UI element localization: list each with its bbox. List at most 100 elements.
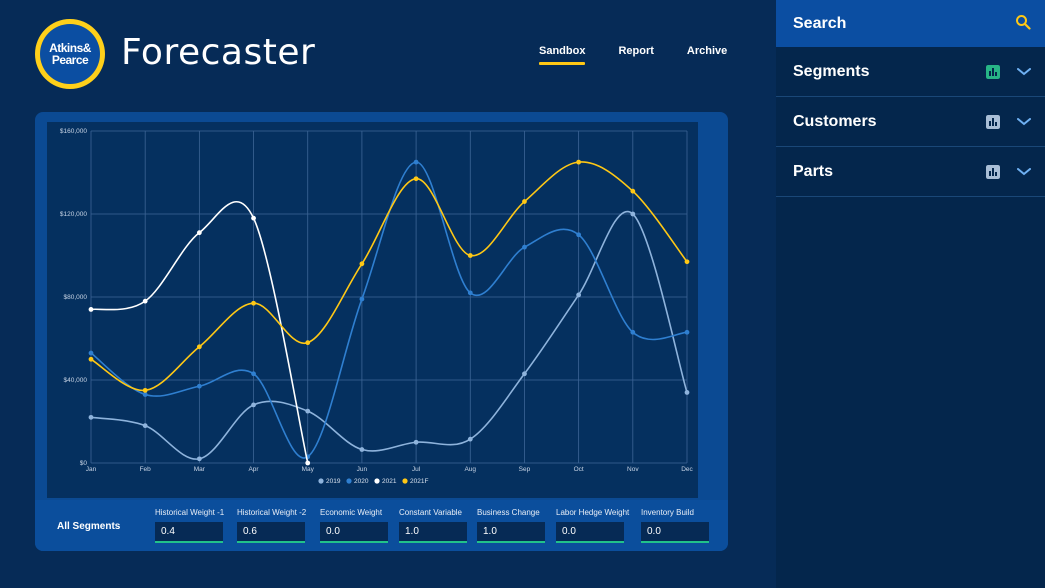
data-point-2021 <box>142 298 148 304</box>
x-tick-label: Sep <box>519 466 531 473</box>
constant-variable-input[interactable]: 1.0 <box>399 522 467 543</box>
data-point-2020 <box>142 392 148 397</box>
x-tick-label: Dec <box>681 466 693 473</box>
app-title: Forecaster <box>121 32 316 73</box>
control-label: Constant Variable <box>399 508 462 517</box>
legend-marker-2019 <box>318 478 324 484</box>
data-point-2021F <box>142 387 148 393</box>
data-point-2021F <box>684 259 690 265</box>
labor-hedge-weight-input[interactable]: 0.0 <box>556 522 624 543</box>
data-point-2020 <box>88 350 94 356</box>
historical-weight-1-input[interactable]: 0.4 <box>155 522 223 543</box>
sidebar-item-parts[interactable]: Parts <box>776 147 1045 197</box>
x-tick-label: Jul <box>412 466 421 473</box>
x-tick-label: Mar <box>194 466 206 473</box>
inventory-build-input[interactable]: 0.0 <box>641 522 709 543</box>
historical-weight-2-input[interactable]: 0.6 <box>237 522 305 543</box>
segment-label: All Segments <box>57 521 121 532</box>
control-label: Labor Hedge Weight <box>556 508 630 517</box>
data-point-2021F <box>576 159 582 165</box>
y-tick-label: $160,000 <box>60 128 87 135</box>
sidebar-search[interactable]: Search <box>776 0 1045 47</box>
control-label: Inventory Build <box>641 508 694 517</box>
bar-chart-icon[interactable] <box>986 114 1000 129</box>
data-point-2020 <box>196 383 202 389</box>
brand-logo: Atkins& Pearce <box>35 19 105 89</box>
control-economic-weight: Economic Weight 0.0 <box>320 508 388 543</box>
logo-line-2: Pearce <box>51 53 89 67</box>
data-point-2019 <box>467 436 473 442</box>
control-label: Economic Weight <box>320 508 383 517</box>
economic-weight-input[interactable]: 0.0 <box>320 522 388 543</box>
control-inventory-build: Inventory Build 0.0 <box>641 508 709 543</box>
data-point-2021F <box>251 300 256 306</box>
data-point-2021F <box>522 199 527 204</box>
x-tick-label: Oct <box>574 466 584 473</box>
data-point-2020 <box>630 329 636 335</box>
data-point-2021F <box>196 344 202 350</box>
control-label: Business Change <box>477 508 540 517</box>
legend-marker-2021 <box>374 478 380 484</box>
control-label: Historical Weight -2 <box>237 508 307 517</box>
data-point-2021F <box>305 340 311 346</box>
chart-area: $0 $40,000 $80,000 $120,000 $160,000 Jan Feb Ma… <box>47 122 698 498</box>
control-historical-weight-1: Historical Weight -1 0.4 <box>155 508 224 543</box>
data-point-2019 <box>251 402 256 408</box>
legend-label: 2021 <box>382 478 397 485</box>
x-tick-label: Nov <box>627 466 639 473</box>
business-change-input[interactable]: 1.0 <box>477 522 545 543</box>
sidebar-item-customers[interactable]: Customers <box>776 97 1045 147</box>
bar-chart-icon[interactable] <box>986 164 1000 179</box>
data-point-2021 <box>88 307 94 312</box>
x-tick-label: Feb <box>140 466 152 473</box>
data-point-2019 <box>684 390 690 395</box>
y-tick-label: $120,000 <box>60 211 87 218</box>
legend-marker-2020 <box>346 478 352 484</box>
x-tick-label: Aug <box>464 466 476 473</box>
data-point-2021 <box>196 230 202 236</box>
control-business-change: Business Change 1.0 <box>477 508 545 543</box>
x-tick-label: May <box>302 466 315 473</box>
sidebar-item-label: Parts <box>793 162 834 180</box>
sidebar-item-label: Segments <box>793 62 870 80</box>
data-point-2021F <box>467 253 473 258</box>
data-point-2019 <box>142 423 148 429</box>
legend-label: 2021F <box>410 478 428 485</box>
data-point-2021F <box>630 188 636 194</box>
chevron-down-icon[interactable] <box>1017 167 1031 176</box>
x-tick-label: Jun <box>357 466 368 473</box>
control-labor-hedge-weight: Labor Hedge Weight 0.0 <box>556 508 629 543</box>
filter-sidebar: Search Segments Customers Parts <box>776 0 1045 588</box>
data-point-2019 <box>522 371 527 377</box>
data-point-2020 <box>413 159 419 165</box>
data-point-2021 <box>305 460 311 466</box>
legend-label: 2019 <box>326 478 341 485</box>
top-nav: Sandbox Report Archive <box>539 45 727 65</box>
control-constant-variable: Constant Variable 1.0 <box>399 508 467 543</box>
weights-panel: All Segments Historical Weight -1 0.4 Hi… <box>35 500 728 551</box>
forecast-line-chart: $0$40,000$80,000$120,000$160,000Jan Feb Ma… <box>60 128 694 485</box>
data-point-2019 <box>359 447 365 452</box>
search-label: Search <box>793 14 847 32</box>
series-line-2020 <box>90 161 688 459</box>
tab-sandbox[interactable]: Sandbox <box>539 45 586 65</box>
tab-archive[interactable]: Archive <box>687 45 727 65</box>
search-icon[interactable] <box>1015 14 1031 30</box>
data-point-2019 <box>196 456 202 462</box>
data-point-2020 <box>576 232 582 238</box>
data-point-2019 <box>630 211 636 217</box>
data-point-2020 <box>522 244 527 250</box>
data-point-2021 <box>251 215 256 221</box>
tab-report[interactable]: Report <box>618 45 653 65</box>
chevron-down-icon[interactable] <box>1017 67 1031 76</box>
legend-marker-2021F <box>402 478 408 484</box>
x-tick-label: Apr <box>248 466 259 473</box>
data-point-2021F <box>413 176 419 182</box>
sidebar-item-segments[interactable]: Segments <box>776 47 1045 97</box>
data-point-2019 <box>88 414 94 420</box>
bar-chart-icon[interactable] <box>986 64 1000 79</box>
chevron-down-icon[interactable] <box>1017 117 1031 126</box>
series-line-2019 <box>90 210 688 460</box>
sidebar-item-label: Customers <box>793 112 877 130</box>
y-tick-label: $80,000 <box>64 294 88 301</box>
